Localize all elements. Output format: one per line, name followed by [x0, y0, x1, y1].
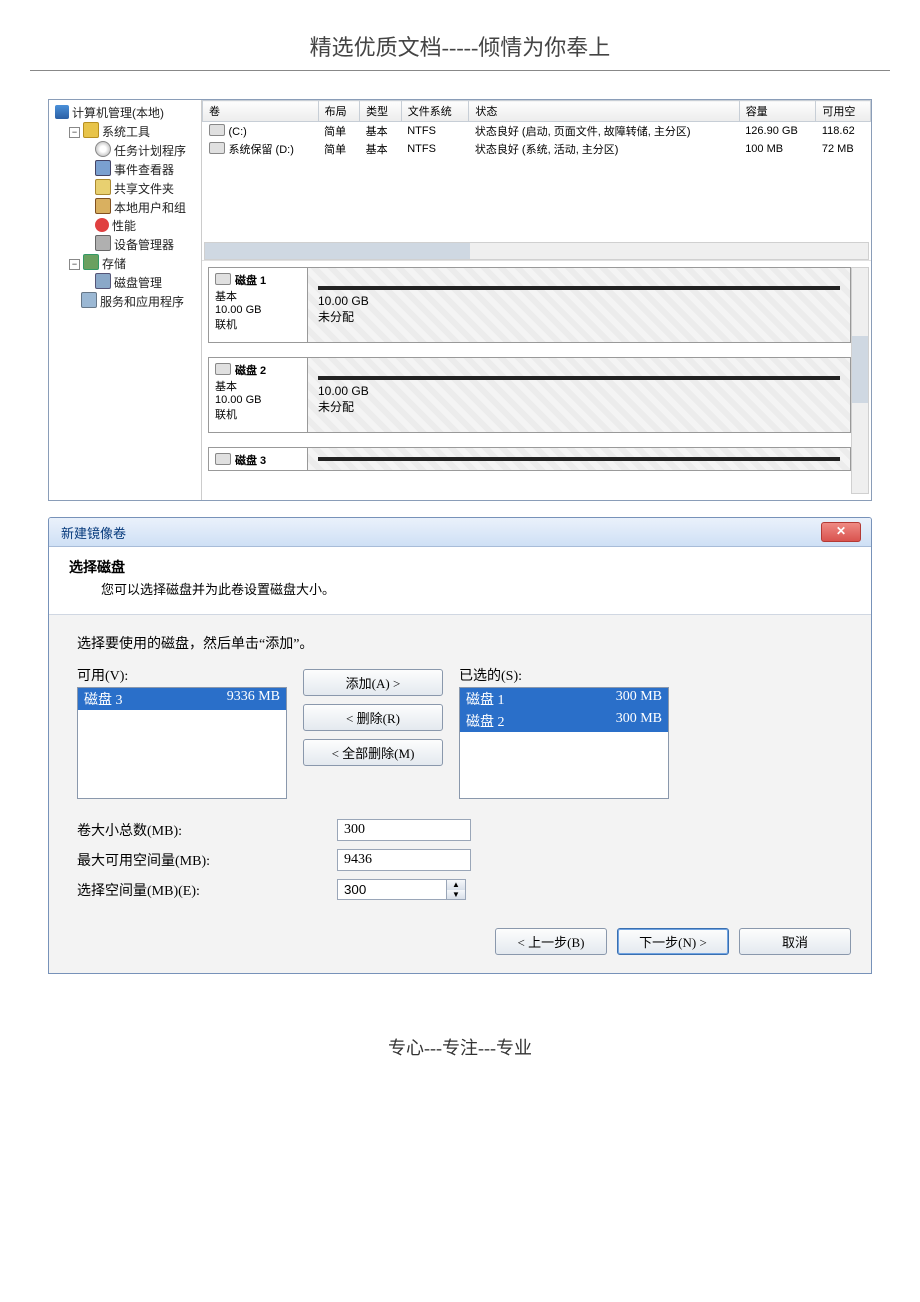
add-button[interactable]: 添加(A) >: [303, 669, 443, 696]
next-button[interactable]: 下一步(N) >: [617, 928, 729, 955]
disk-graphical-view[interactable]: 磁盘 1 基本 10.00 GB 联机 10.00 GB未分配 磁盘 2 基本 …: [202, 261, 871, 500]
storage-icon: [83, 254, 99, 270]
computer-icon: [55, 105, 69, 119]
close-button[interactable]: ✕: [821, 522, 861, 542]
max-space-value: 9436: [337, 849, 471, 871]
tree-root[interactable]: 计算机管理(本地): [72, 106, 164, 120]
users-icon: [95, 198, 111, 214]
collapse-icon[interactable]: −: [69, 259, 80, 270]
volume-row[interactable]: 系统保留 (D:) 简单 基本 NTFS 状态良好 (系统, 活动, 主分区) …: [203, 140, 871, 158]
drive-icon: [209, 124, 225, 136]
spin-down-icon[interactable]: ▼: [447, 890, 465, 900]
col-volume[interactable]: 卷: [203, 101, 319, 122]
compmgmt-window: 计算机管理(本地) − 系统工具 任务计划程序 事件查看器 共享文件夹 本地用户和…: [48, 99, 872, 501]
drive-icon: [209, 142, 225, 154]
tree-task[interactable]: 任务计划程序: [114, 144, 186, 158]
dialog-title: 新建镜像卷: [61, 523, 126, 542]
selected-listbox[interactable]: 磁盘 1300 MB 磁盘 2300 MB: [459, 687, 669, 799]
device-icon: [95, 235, 111, 251]
disk-icon: [215, 273, 231, 285]
available-listbox[interactable]: 磁盘 39336 MB: [77, 687, 287, 799]
back-button[interactable]: < 上一步(B): [495, 928, 607, 955]
tree-storage[interactable]: 存储: [102, 257, 126, 271]
volume-row[interactable]: (C:) 简单 基本 NTFS 状态良好 (启动, 页面文件, 故障转储, 主分…: [203, 122, 871, 141]
col-status[interactable]: 状态: [469, 101, 739, 122]
list-item[interactable]: 磁盘 1300 MB: [460, 688, 668, 710]
select-space-input[interactable]: [337, 879, 447, 900]
collapse-icon[interactable]: −: [69, 127, 80, 138]
spin-up-icon[interactable]: ▲: [447, 880, 465, 890]
tree-perf[interactable]: 性能: [112, 219, 136, 233]
tree-diskmgmt[interactable]: 磁盘管理: [114, 276, 162, 290]
total-size-value: 300: [337, 819, 471, 841]
doc-header: 精选优质文档-----倾情为你奉上: [30, 0, 890, 71]
tree-share[interactable]: 共享文件夹: [114, 182, 174, 196]
wrench-icon: [83, 122, 99, 138]
list-item[interactable]: 磁盘 39336 MB: [78, 688, 286, 710]
new-mirror-volume-wizard: 新建镜像卷 ✕ 选择磁盘 您可以选择磁盘并为此卷设置磁盘大小。 选择要使用的磁盘…: [48, 517, 872, 974]
disk-icon: [215, 363, 231, 375]
disk-row[interactable]: 磁盘 1 基本 10.00 GB 联机 10.00 GB未分配: [208, 267, 851, 343]
remove-all-button[interactable]: < 全部删除(M): [303, 739, 443, 766]
tree-services[interactable]: 服务和应用程序: [100, 295, 184, 309]
disk-icon: [95, 273, 111, 289]
volume-list[interactable]: 卷 布局 类型 文件系统 状态 容量 可用空 (C:) 简单: [202, 100, 871, 261]
disk-row[interactable]: 磁盘 3: [208, 447, 851, 471]
col-type[interactable]: 类型: [360, 101, 402, 122]
remove-button[interactable]: < 删除(R): [303, 704, 443, 731]
wizard-heading: 选择磁盘: [69, 557, 851, 577]
vertical-scrollbar[interactable]: [851, 267, 869, 494]
tree-event[interactable]: 事件查看器: [114, 163, 174, 177]
wizard-subheading: 您可以选择磁盘并为此卷设置磁盘大小。: [69, 577, 851, 598]
spinner[interactable]: ▲▼: [447, 879, 466, 900]
wizard-instruction: 选择要使用的磁盘，然后单击“添加”。: [77, 633, 843, 653]
services-icon: [81, 292, 97, 308]
disk-icon: [215, 453, 231, 465]
folder-icon: [95, 179, 111, 195]
max-space-label: 最大可用空间量(MB):: [77, 850, 337, 870]
available-label: 可用(V):: [77, 665, 287, 685]
total-size-label: 卷大小总数(MB):: [77, 820, 337, 840]
col-layout[interactable]: 布局: [318, 101, 360, 122]
list-item[interactable]: 磁盘 2300 MB: [460, 710, 668, 732]
horizontal-scrollbar[interactable]: [204, 242, 869, 260]
col-free[interactable]: 可用空: [816, 101, 871, 122]
tree-users[interactable]: 本地用户和组: [114, 201, 186, 215]
nav-tree[interactable]: 计算机管理(本地) − 系统工具 任务计划程序 事件查看器 共享文件夹 本地用户和…: [49, 100, 202, 500]
doc-footer: 专心---专注---专业: [0, 974, 920, 1100]
event-icon: [95, 160, 111, 176]
selected-label: 已选的(S):: [459, 665, 669, 685]
disk-row[interactable]: 磁盘 2 基本 10.00 GB 联机 10.00 GB未分配: [208, 357, 851, 433]
clock-icon: [95, 141, 111, 157]
tree-devmgr[interactable]: 设备管理器: [114, 238, 174, 252]
tree-systools[interactable]: 系统工具: [102, 125, 150, 139]
col-cap[interactable]: 容量: [739, 101, 816, 122]
col-fs[interactable]: 文件系统: [401, 101, 469, 122]
perf-icon: [95, 218, 109, 232]
cancel-button[interactable]: 取消: [739, 928, 851, 955]
select-space-label: 选择空间量(MB)(E):: [77, 880, 337, 900]
